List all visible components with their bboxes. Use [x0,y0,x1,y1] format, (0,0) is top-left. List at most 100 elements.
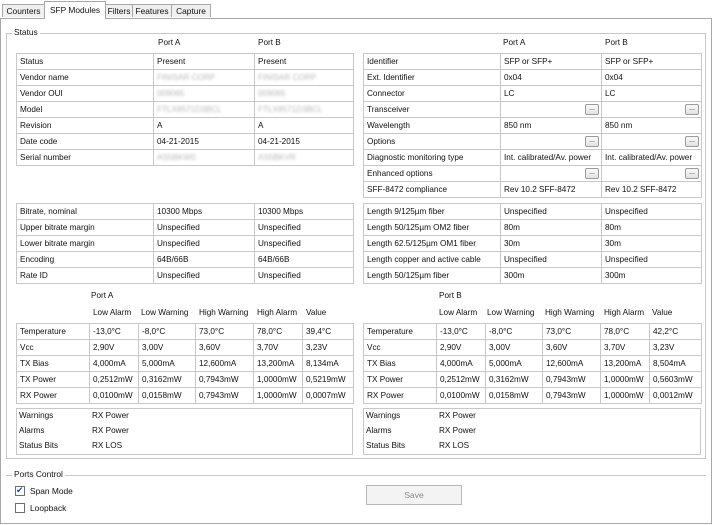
table-row: Encoding 64B/66B 64B/66B [16,251,354,268]
table-row: Vcc 2,90V 3,00V 3,60V 3,70V 3,23V [363,339,702,356]
low-warning-cell: 0,0158mW [138,387,196,404]
high-alarm-cell: 1,0000mW [253,371,303,388]
tab-counters[interactable]: Counters [2,4,45,17]
high-alarm-cell: 3,70V [600,339,650,356]
row-label: Length 62.5/125µm OM1 fiber [363,235,501,252]
port-b-value: Unspecified [601,203,702,220]
high-alarm-cell: 13,200mA [600,355,650,372]
span-mode-checkbox[interactable] [15,485,25,496]
row-label: TX Bias [363,355,437,372]
diag-port-b-label: Port B [439,291,462,300]
port-b-value: 80m [601,219,702,236]
row-label: SFF-8472 compliance [363,181,501,198]
loopback-label[interactable]: Loopback [30,503,66,513]
row-label: RX Power [16,387,90,404]
port-a-value: ... [500,165,602,182]
high-warning-cell: 0,7943mW [542,387,601,404]
port-a-value: FINISAR CORP [153,69,255,86]
port-b-value: ... [601,165,702,182]
port-a-value: 850 nm [500,117,602,134]
left-header-port-b: Port B [258,38,281,47]
port-b-value: 64B/66B [254,251,354,268]
port-b-value: AS5BKVR [254,149,354,166]
transceiver-b-details-button[interactable]: ... [685,104,699,115]
table-row: Length 50/125µm fiber 300m 300m [363,267,702,284]
port-a-value: Unspecified [500,251,602,268]
high-warning-cell: 73,0°C [195,323,254,340]
table-row: RX Power 0,0100mW 0,0158mW 0,7943mW 1,0000mW… [16,387,354,404]
cable-length-table: Length 9/125µm fiber Unspecified Unspecifi… [363,203,702,284]
low-alarm-cell: 4,000mA [436,355,486,372]
port-a-value: Unspecified [153,219,255,236]
table-row: Length 62.5/125µm OM1 fiber 30m 30m [363,235,702,252]
options-a-details-button[interactable]: ... [585,136,599,147]
row-label: Upper bitrate margin [16,219,154,236]
port-b-value: Unspecified [601,251,702,268]
low-warning-cell: 3,00V [138,339,196,356]
value-cell: 42,2°C [649,323,702,340]
port-a-value: 009065 [153,85,255,102]
low-alarm-cell: 2,90V [89,339,139,356]
low-warning-cell: 0,3162mW [485,371,543,388]
diag-a-header-value: Value [306,308,327,317]
port-b-value: 10300 Mbps [254,203,354,220]
low-alarm-cell: 0,2512mW [89,371,139,388]
row-label: RX Power [363,387,437,404]
table-row: Diagnostic monitoring type Int. calibrate… [363,149,702,166]
port-a-value: 10300 Mbps [153,203,255,220]
tab-filters[interactable]: Filters [105,4,133,17]
port-a-value: 04-21-2015 [153,133,255,150]
row-label: Transceiver [363,101,501,118]
tab-sfp-modules[interactable]: SFP Modules [44,1,106,19]
value-cell: 0,5219mW [302,371,354,388]
port-b-value: 04-21-2015 [254,133,354,150]
table-row: Vcc 2,90V 3,00V 3,60V 3,70V 3,23V [16,339,354,356]
value-cell: 0,5603mW [649,371,702,388]
row-label: Enhanced options [363,165,501,182]
low-alarm-cell: 0,0100mW [89,387,139,404]
row-label: Date code [16,133,154,150]
table-row: Rate ID Unspecified Unspecified [16,267,354,284]
port-a-value: ... [500,101,602,118]
low-alarm-cell: -13,0°C [89,323,139,340]
diag-port-a-label: Port A [91,291,114,300]
port-a-value: 64B/66B [153,251,255,268]
transceiver-a-details-button[interactable]: ... [585,104,599,115]
diag-a-header-high-warning: High Warning [199,308,249,317]
row-label: Diagnostic monitoring type [363,149,501,166]
enhanced-options-b-details-button[interactable]: ... [685,168,699,179]
row-label: Rate ID [16,267,154,284]
port-a-value: 30m [500,235,602,252]
row-label: Bitrate, nominal [16,203,154,220]
save-button[interactable]: Save [366,485,462,505]
tab-capture[interactable]: Capture [171,4,211,17]
port-b-value: 850 nm [601,117,702,134]
row-label: Status [16,53,154,70]
row-label: Ext. Identifier [363,69,501,86]
low-alarm-cell: 4,000mA [89,355,139,372]
table-row: Temperature -13,0°C -8,0°C 73,0°C 78,0°C 39,4… [16,323,354,340]
row-label: Serial number [16,149,154,166]
value-cell: 0,0007mW [302,387,354,404]
port-a-value: Unspecified [500,203,602,220]
diagnostics-port-a-table: Temperature -13,0°C -8,0°C 73,0°C 78,0°C 39,4… [16,323,354,404]
row-label: TX Power [16,371,90,388]
row-label: Revision [16,117,154,134]
row-label: Vendor name [16,69,154,86]
options-b-details-button[interactable]: ... [685,136,699,147]
table-row: Model FTLX8571D3BCL FTLX8571D3BCL [16,101,354,118]
tab-strip: Counters SFP Modules Filters Features Ca… [0,0,713,19]
low-alarm-cell: 2,90V [436,339,486,356]
tab-features[interactable]: Features [132,4,172,17]
port-a-value: FTLX8571D3BCL [153,101,255,118]
flags-port-b-frame [363,408,701,455]
low-warning-cell: 0,3162mW [138,371,196,388]
port-a-value: SFP or SFP+ [500,53,602,70]
span-mode-label[interactable]: Span Mode [30,486,73,496]
loopback-checkbox[interactable] [15,503,25,513]
diag-b-header-high-warning: High Warning [545,308,595,317]
table-row: TX Power 0,2512mW 0,3162mW 0,7943mW 1,0000mW… [363,371,702,388]
enhanced-options-a-details-button[interactable]: ... [585,168,599,179]
high-alarm-cell: 1,0000mW [600,371,650,388]
diagnostics-port-b-table: Temperature -13,0°C -8,0°C 73,0°C 78,0°C 42,2… [363,323,702,404]
